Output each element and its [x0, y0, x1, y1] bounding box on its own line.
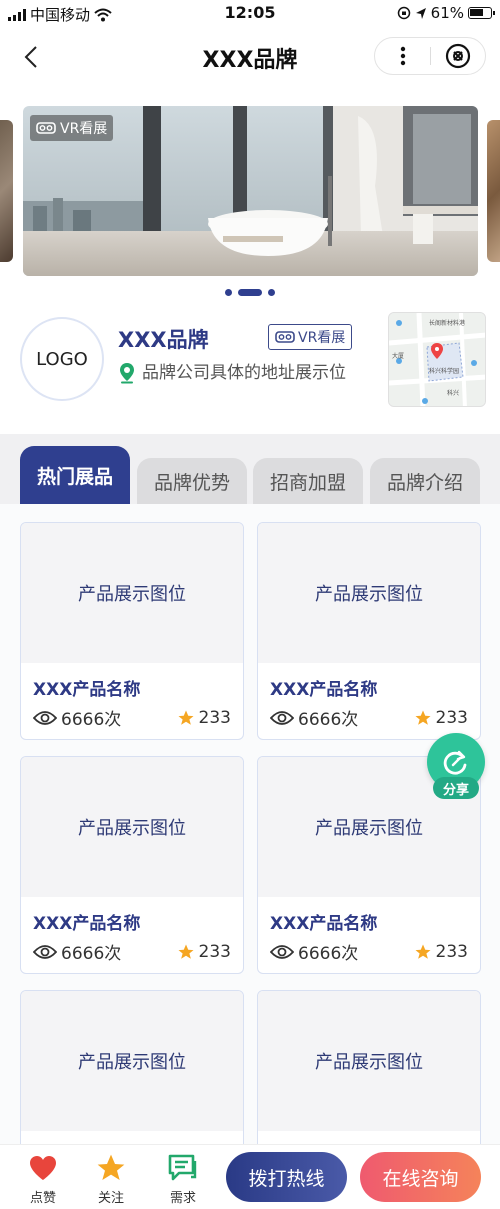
tab-hot-products[interactable]: 热门展品 — [20, 446, 130, 504]
view-count: 6666次 — [61, 710, 122, 730]
eye-icon — [33, 710, 57, 725]
section-tabs: 热门展品 品牌优势 招商加盟 品牌介绍 — [0, 434, 500, 504]
tab-brand-intro[interactable]: 品牌介绍 — [370, 458, 480, 504]
map-graphic: 长阁新材料港 大厦 科兴科学园 科兴 — [389, 313, 485, 406]
eye-icon — [270, 710, 294, 725]
map-label: 大厦 — [392, 352, 404, 360]
follow-button[interactable]: 关注 — [86, 1151, 136, 1207]
star-count: 233 — [435, 941, 468, 962]
mini-program-capsule — [374, 37, 486, 75]
carousel-dot[interactable] — [268, 289, 275, 296]
star-icon — [97, 1154, 125, 1180]
product-image-placeholder: 产品展示图位 — [258, 523, 480, 663]
tab-brand-advantages[interactable]: 品牌优势 — [137, 458, 247, 504]
map-label: 科兴科学园 — [429, 367, 459, 375]
brand-logo: LOGO — [20, 317, 104, 401]
tab-franchise[interactable]: 招商加盟 — [253, 458, 363, 504]
like-label: 点赞 — [29, 1191, 56, 1206]
view-count: 6666次 — [298, 710, 359, 730]
product-name: XXX产品名称 — [33, 680, 141, 700]
bottom-action-bar: 点赞 关注 需求 拨打热线 在线咨询 — [0, 1144, 500, 1209]
close-button[interactable] — [430, 38, 485, 74]
share-button[interactable]: 分享 — [427, 733, 485, 801]
share-icon — [443, 750, 467, 775]
star-icon — [178, 710, 194, 725]
vr-goggles-icon — [275, 331, 295, 343]
map-pin-icon — [120, 363, 134, 384]
product-image-placeholder: 产品展示图位 — [21, 523, 243, 663]
star-icon — [178, 944, 194, 959]
product-name: XXX产品名称 — [270, 914, 378, 934]
prev-slide-peek[interactable] — [0, 120, 13, 262]
brand-address-text: 品牌公司具体的地址展示位 — [142, 363, 346, 383]
location-icon — [415, 7, 426, 19]
eye-icon — [33, 944, 57, 959]
status-bar: 中国移动 12:05 61% — [0, 0, 500, 26]
heart-icon — [30, 1156, 56, 1180]
star-count: 233 — [435, 707, 468, 728]
eye-icon — [270, 944, 294, 959]
vr-tour-label: VR看展 — [60, 121, 108, 137]
follow-label: 关注 — [97, 1191, 124, 1206]
product-name: XXX产品名称 — [33, 914, 141, 934]
more-button[interactable] — [375, 38, 430, 74]
brand-info: LOGO XXX品牌 VR看展 品牌公司具体的地址展示位 长阁新材料港 大厦 科… — [0, 310, 500, 434]
banner-carousel[interactable]: VR看展 — [0, 86, 500, 310]
product-card[interactable]: 产品展示图位 XXX产品名称 6666次 233 — [20, 522, 244, 740]
next-slide-peek[interactable] — [487, 120, 500, 262]
product-name: XXX产品名称 — [270, 680, 378, 700]
star-count: 233 — [198, 941, 231, 962]
product-card[interactable]: 产品展示图位 — [257, 990, 481, 1144]
product-image-placeholder: 产品展示图位 — [258, 991, 480, 1131]
product-card[interactable]: 产品展示图位 XXX产品名称 6666次 233 — [20, 756, 244, 974]
view-count: 6666次 — [298, 944, 359, 964]
product-image-placeholder: 产品展示图位 — [21, 757, 243, 897]
rotation-lock-icon — [397, 6, 410, 20]
brand-address[interactable]: 品牌公司具体的地址展示位 — [118, 360, 358, 386]
carousel-indicator — [0, 289, 500, 296]
star-icon — [415, 710, 431, 725]
share-label: 分享 — [433, 777, 479, 799]
brand-vr-button[interactable]: VR看展 — [268, 324, 353, 350]
close-circle-icon — [445, 43, 470, 69]
like-button[interactable]: 点赞 — [18, 1151, 68, 1207]
nav-bar: XXX品牌 — [0, 26, 500, 86]
product-grid: 产品展示图位 XXX产品名称 6666次 233 产品展示图位 XXX产品名称 … — [0, 504, 500, 1144]
product-image-placeholder: 产品展示图位 — [21, 991, 243, 1131]
demand-button[interactable]: 需求 — [158, 1151, 208, 1207]
product-card[interactable]: 产品展示图位 XXX产品名称 6666次 233 — [257, 522, 481, 740]
brand-name: XXX品牌 — [118, 328, 209, 352]
demand-label: 需求 — [169, 1191, 196, 1206]
chat-icon — [168, 1154, 197, 1181]
product-card[interactable]: 产品展示图位 — [20, 990, 244, 1144]
more-dots-icon — [400, 46, 405, 66]
view-count: 6666次 — [61, 944, 122, 964]
map-label: 科兴 — [447, 389, 459, 397]
location-map-thumbnail[interactable]: 长阁新材料港 大厦 科兴科学园 科兴 — [388, 312, 486, 407]
map-label: 长阁新材料港 — [429, 319, 465, 327]
carousel-dot-active[interactable] — [238, 289, 262, 296]
battery-icon — [468, 7, 495, 19]
call-hotline-button[interactable]: 拨打热线 — [226, 1152, 347, 1202]
online-consult-button[interactable]: 在线咨询 — [360, 1152, 481, 1202]
battery-percent: 61% — [430, 4, 464, 22]
vr-goggles-icon — [36, 122, 56, 134]
star-count: 233 — [198, 707, 231, 728]
carousel-dot[interactable] — [225, 289, 232, 296]
star-icon — [415, 944, 431, 959]
brand-vr-label: VR看展 — [298, 330, 346, 346]
vr-tour-badge[interactable]: VR看展 — [30, 115, 114, 141]
